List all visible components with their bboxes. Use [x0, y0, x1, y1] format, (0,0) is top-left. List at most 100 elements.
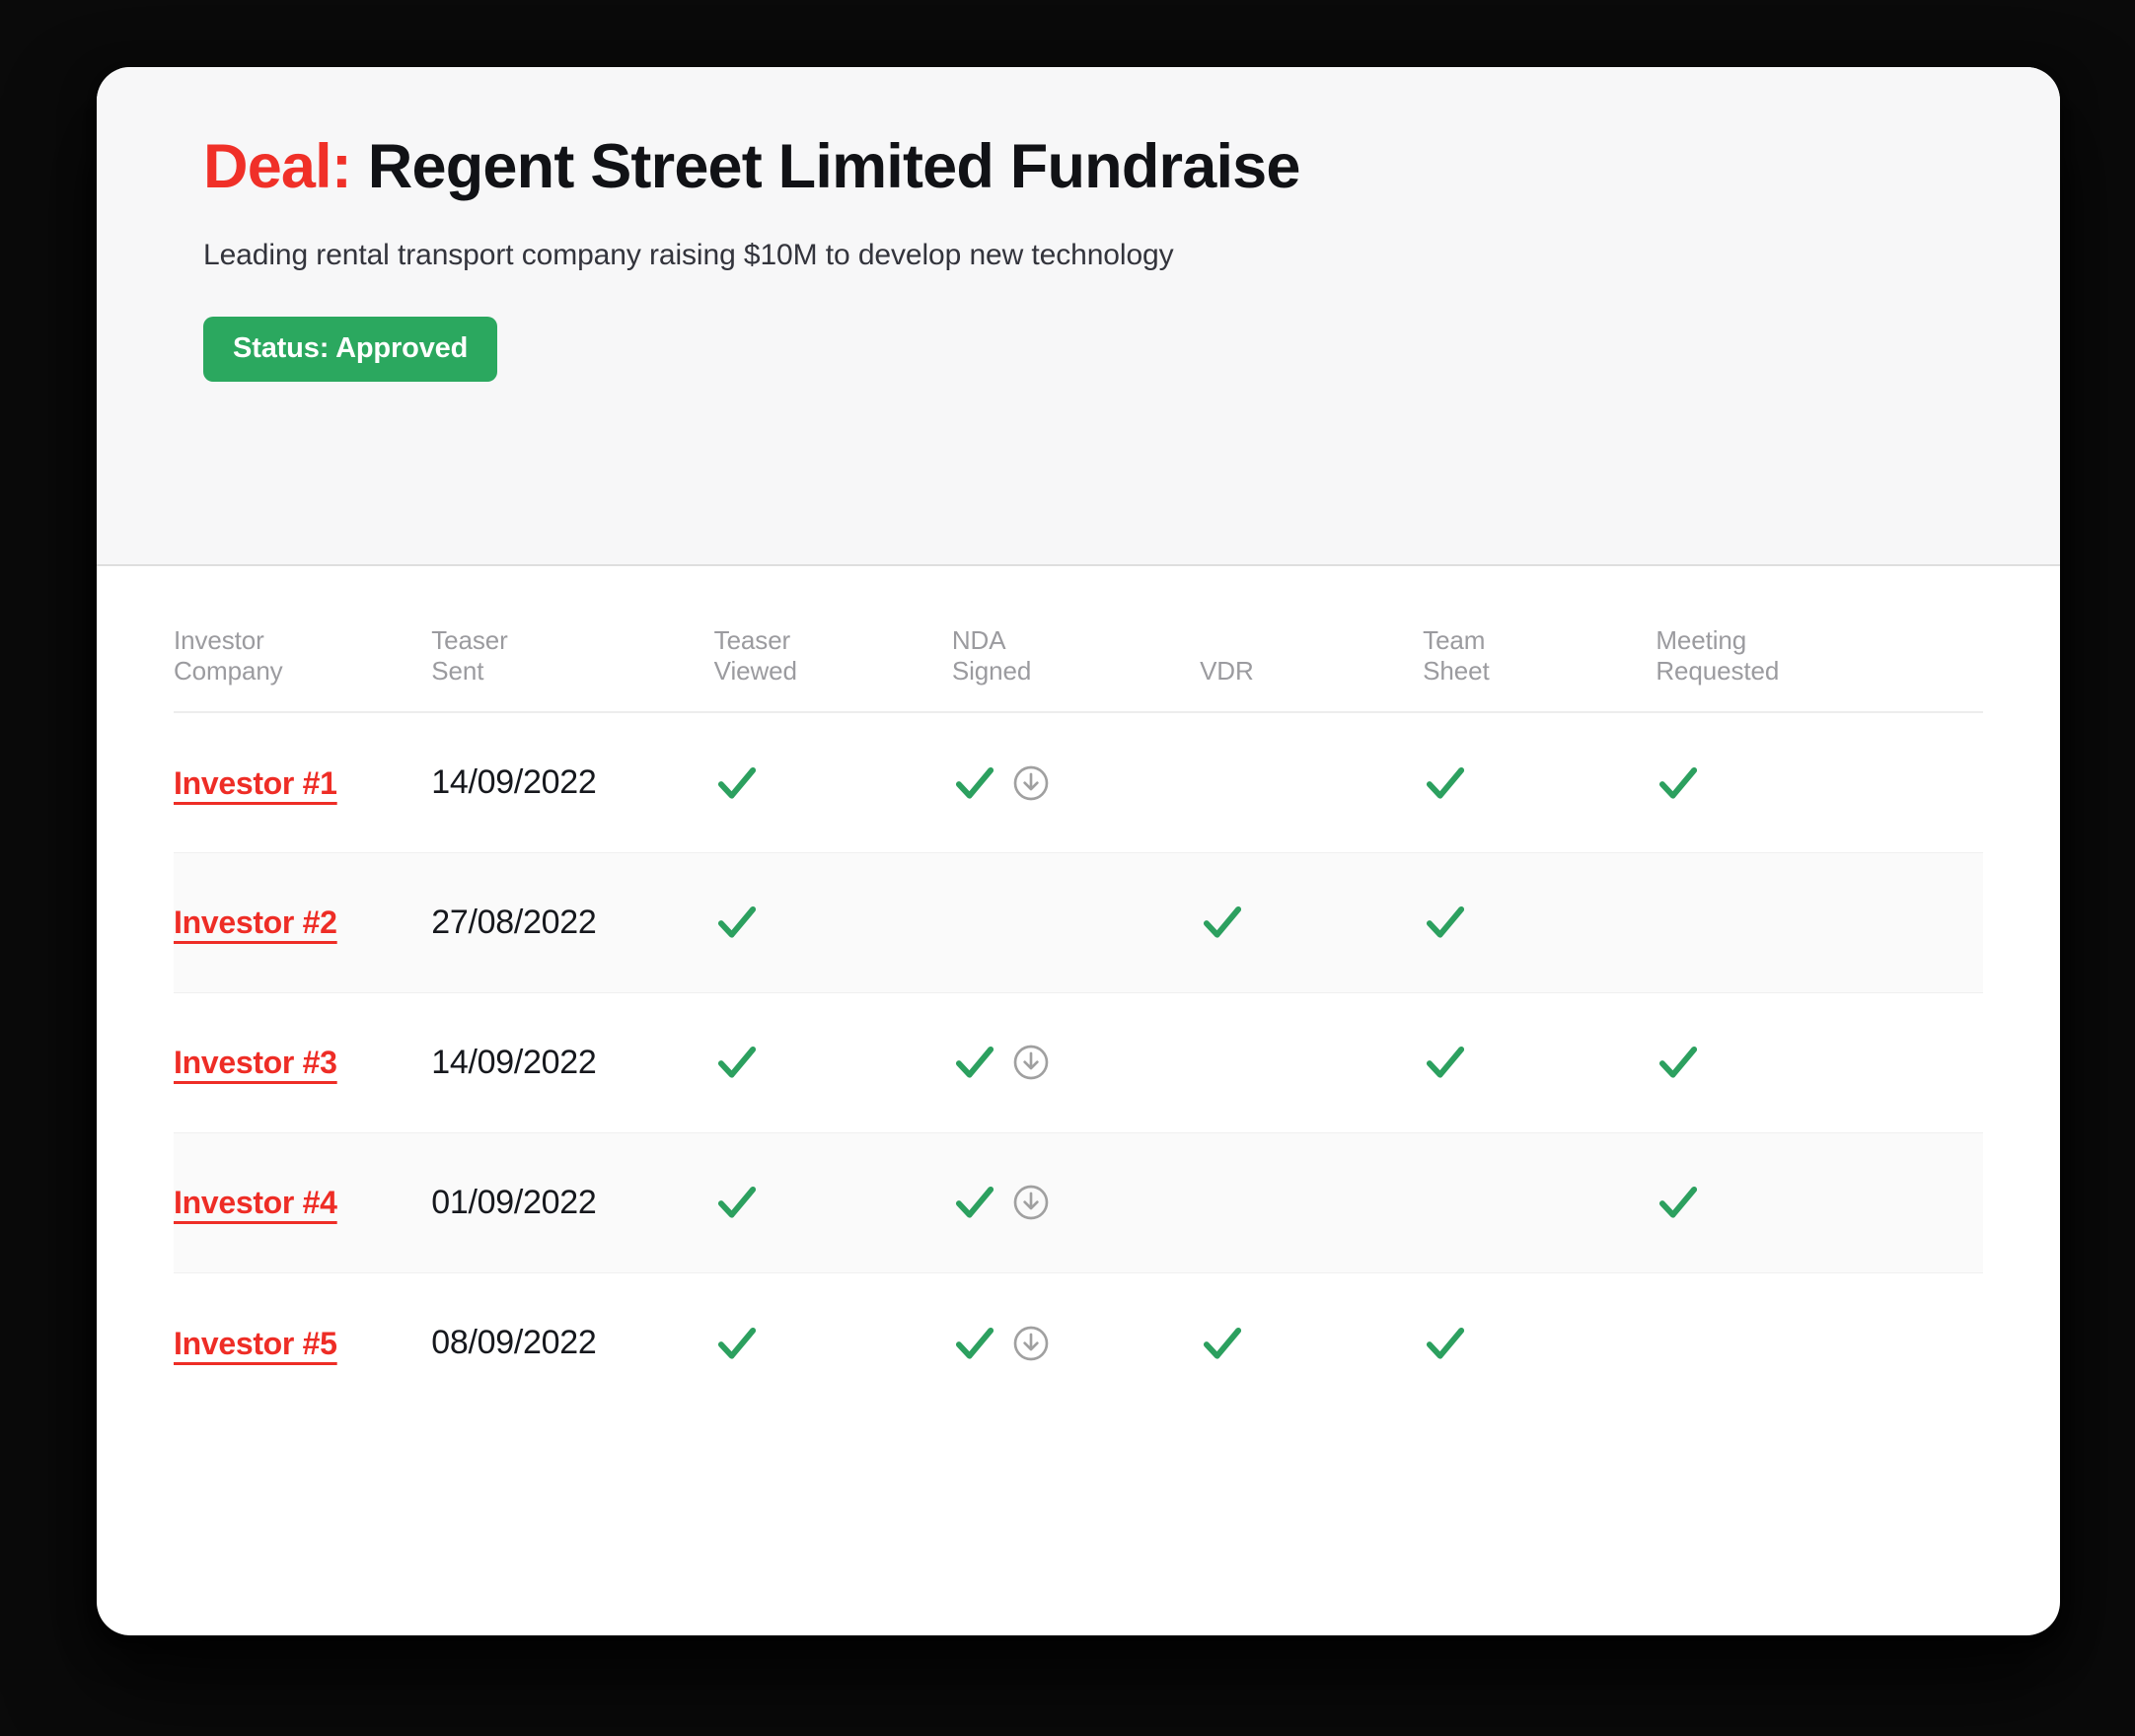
column-header-line2: Signed [951, 655, 1032, 686]
cell-team-sheet [1423, 1272, 1656, 1412]
deal-table-container: Investor Company Teaser Sent Teaser View… [97, 566, 2060, 1413]
cell-teaser-viewed [713, 1131, 952, 1273]
teaser-sent-date: 01/09/2022 [431, 1183, 597, 1221]
teaser-sent-date: 27/08/2022 [431, 903, 597, 941]
check-icon [714, 900, 760, 945]
column-header-line1: Team [1423, 625, 1486, 655]
check-icon [952, 1180, 997, 1225]
check-icon [1656, 1040, 1701, 1085]
cell-team-sheet [1423, 712, 1656, 852]
cell-content [1656, 1180, 1983, 1225]
cell-investor-company: Investor #4 [174, 1131, 432, 1273]
table-row: Investor #4 01/09/2022 [174, 1131, 1983, 1273]
cell-team-sheet [1423, 851, 1656, 993]
check-icon [1423, 760, 1468, 806]
empty-cell-marker [1200, 1040, 1201, 1085]
empty-cell-marker [952, 900, 953, 945]
cell-content [1423, 760, 1656, 806]
cell-nda-signed [952, 992, 1200, 1132]
page-title-name: Regent Street Limited Fundraise [367, 132, 1301, 201]
cell-content [1656, 760, 1983, 806]
column-header-line2: VDR [1200, 655, 1254, 686]
column-header-team-sheet: Team Sheet [1423, 566, 1656, 714]
cell-meeting-requested [1656, 712, 1983, 852]
empty-cell-marker [1200, 760, 1201, 806]
cell-vdr [1200, 851, 1424, 993]
deal-card: Deal: Regent Street Limited Fundraise Le… [97, 67, 2060, 1635]
column-header-vdr: VDR [1200, 566, 1424, 714]
cell-content [714, 900, 952, 945]
status-badge[interactable]: Status: Approved [203, 317, 498, 383]
download-icon[interactable] [1011, 1043, 1051, 1082]
check-icon [952, 1321, 997, 1366]
cell-vdr [1200, 992, 1423, 1132]
cell-investor-company: Investor #3 [174, 992, 431, 1132]
table-row: Investor #5 08/09/2022 [174, 1272, 1983, 1412]
check-icon [1200, 1321, 1245, 1366]
check-icon [714, 760, 760, 806]
cell-content [952, 1321, 1200, 1366]
cell-vdr [1200, 1272, 1423, 1412]
cell-teaser-sent: 08/09/2022 [431, 1272, 713, 1412]
column-header-line2: Sent [431, 655, 484, 686]
download-icon[interactable] [1011, 1183, 1051, 1222]
cell-content [714, 1180, 952, 1225]
investor-company-link[interactable]: Investor #1 [174, 765, 337, 801]
cell-teaser-viewed [714, 712, 952, 852]
column-header-line2: Sheet [1423, 655, 1490, 686]
check-icon [1656, 760, 1701, 806]
cell-content [1200, 760, 1423, 806]
cell-content [1200, 1180, 1423, 1225]
check-icon [1200, 900, 1245, 945]
cell-content [1656, 1321, 1983, 1366]
cell-teaser-sent: 14/09/2022 [431, 712, 713, 852]
column-header-line2: Company [174, 655, 283, 686]
column-header-teaser-sent: Teaser Sent [431, 566, 714, 714]
column-header-line1: Meeting [1656, 625, 1747, 655]
table-body: Investor #1 14/09/2022 Investor #2 27/08/20… [174, 712, 1983, 1412]
cell-content [714, 1040, 952, 1085]
column-header-line1: Investor [174, 625, 264, 655]
download-icon[interactable] [1011, 1324, 1051, 1363]
investor-company-link[interactable]: Investor #4 [174, 1185, 337, 1220]
cell-content [1423, 1321, 1656, 1366]
empty-cell-marker [1423, 1180, 1424, 1225]
cell-content [714, 760, 952, 806]
column-header-teaser-viewed: Teaser Viewed [713, 566, 952, 714]
column-header-line2: Requested [1656, 655, 1780, 686]
cell-teaser-sent: 01/09/2022 [431, 1131, 714, 1273]
deal-subtitle: Leading rental transport company raising… [203, 238, 1174, 271]
cell-teaser-viewed [714, 992, 952, 1132]
cell-content [952, 1040, 1200, 1085]
investor-company-link[interactable]: Investor #2 [174, 904, 337, 940]
download-icon[interactable] [1011, 763, 1051, 803]
investor-company-link[interactable]: Investor #5 [174, 1326, 337, 1361]
column-header-line2: Viewed [713, 655, 797, 686]
page-title-label: Deal: [203, 132, 352, 201]
teaser-sent-date: 08/09/2022 [431, 1324, 597, 1362]
investor-company-link[interactable]: Investor #3 [174, 1045, 337, 1080]
cell-content [1656, 1040, 1983, 1085]
check-icon [714, 1321, 760, 1366]
cell-content [1656, 900, 1983, 945]
cell-nda-signed [951, 851, 1201, 993]
cell-content [1423, 1180, 1656, 1225]
table-row: Investor #3 14/09/2022 [174, 992, 1983, 1132]
cell-content [1423, 900, 1656, 945]
cell-team-sheet [1423, 1131, 1656, 1273]
table-row: Investor #2 27/08/2022 [174, 851, 1983, 993]
check-icon [952, 1040, 997, 1085]
column-header-nda-signed: NDA Signed [951, 566, 1201, 714]
cell-teaser-viewed [714, 1272, 952, 1412]
cell-nda-signed [952, 1272, 1200, 1412]
cell-meeting-requested [1656, 851, 1983, 993]
cell-content [1200, 1040, 1423, 1085]
cell-content [1200, 1321, 1423, 1366]
cell-content [1423, 1040, 1656, 1085]
check-icon [1656, 1180, 1701, 1225]
screenshot-root: Deal: Regent Street Limited Fundraise Le… [0, 0, 2135, 1736]
cell-meeting-requested [1656, 992, 1983, 1132]
cell-investor-company: Investor #5 [174, 1272, 431, 1412]
cell-teaser-viewed [713, 851, 952, 993]
cell-content [714, 1321, 952, 1366]
